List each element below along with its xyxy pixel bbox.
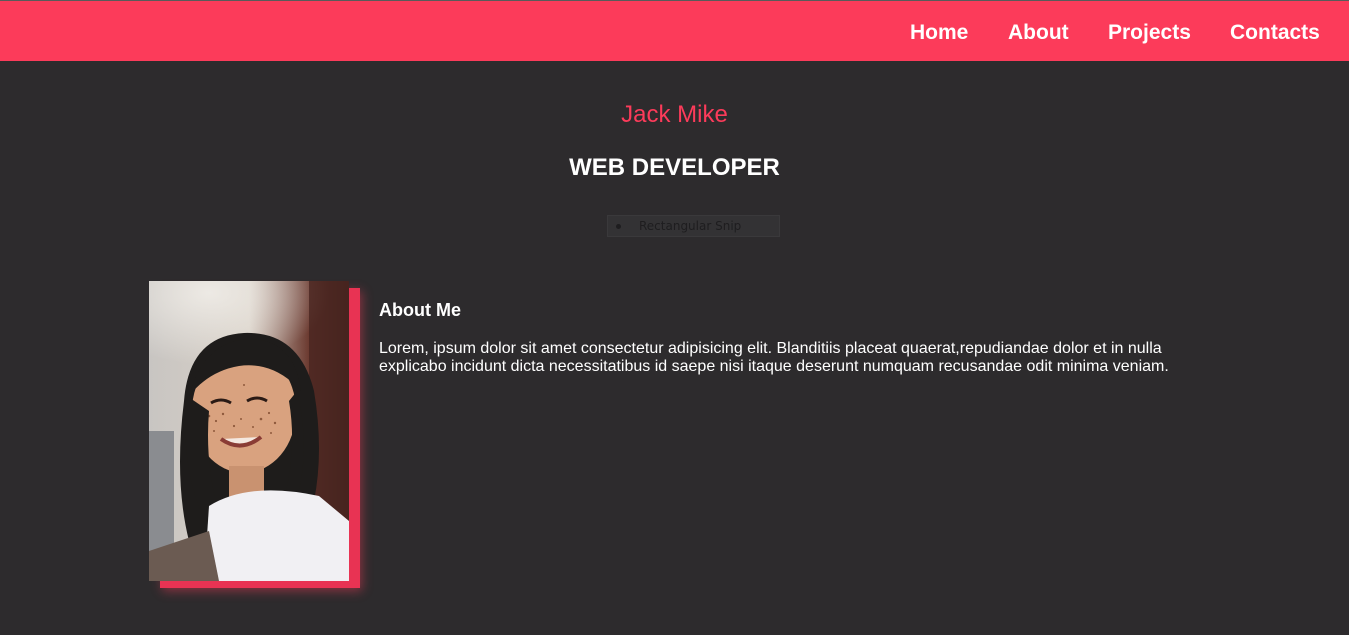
snip-label: Rectangular Snip (639, 219, 742, 233)
about-text: Lorem, ipsum dolor sit amet consectetur … (379, 340, 1169, 375)
nav-link-contacts[interactable]: Contacts (1230, 21, 1320, 45)
rectangular-snip-tooltip: Rectangular Snip (607, 215, 780, 237)
profile-photo (149, 281, 349, 581)
profile-photo-image (149, 281, 349, 581)
hero-name: Jack Mike (621, 101, 728, 128)
nav-link-home[interactable]: Home (910, 21, 968, 45)
nav-link-about[interactable]: About (1008, 21, 1069, 45)
navbar: Home About Projects Contacts (0, 1, 1349, 61)
nav-link-projects[interactable]: Projects (1108, 21, 1191, 45)
hero-role: WEB DEVELOPER (569, 154, 780, 181)
bullet-icon (616, 224, 621, 229)
about-title: About Me (379, 300, 461, 320)
